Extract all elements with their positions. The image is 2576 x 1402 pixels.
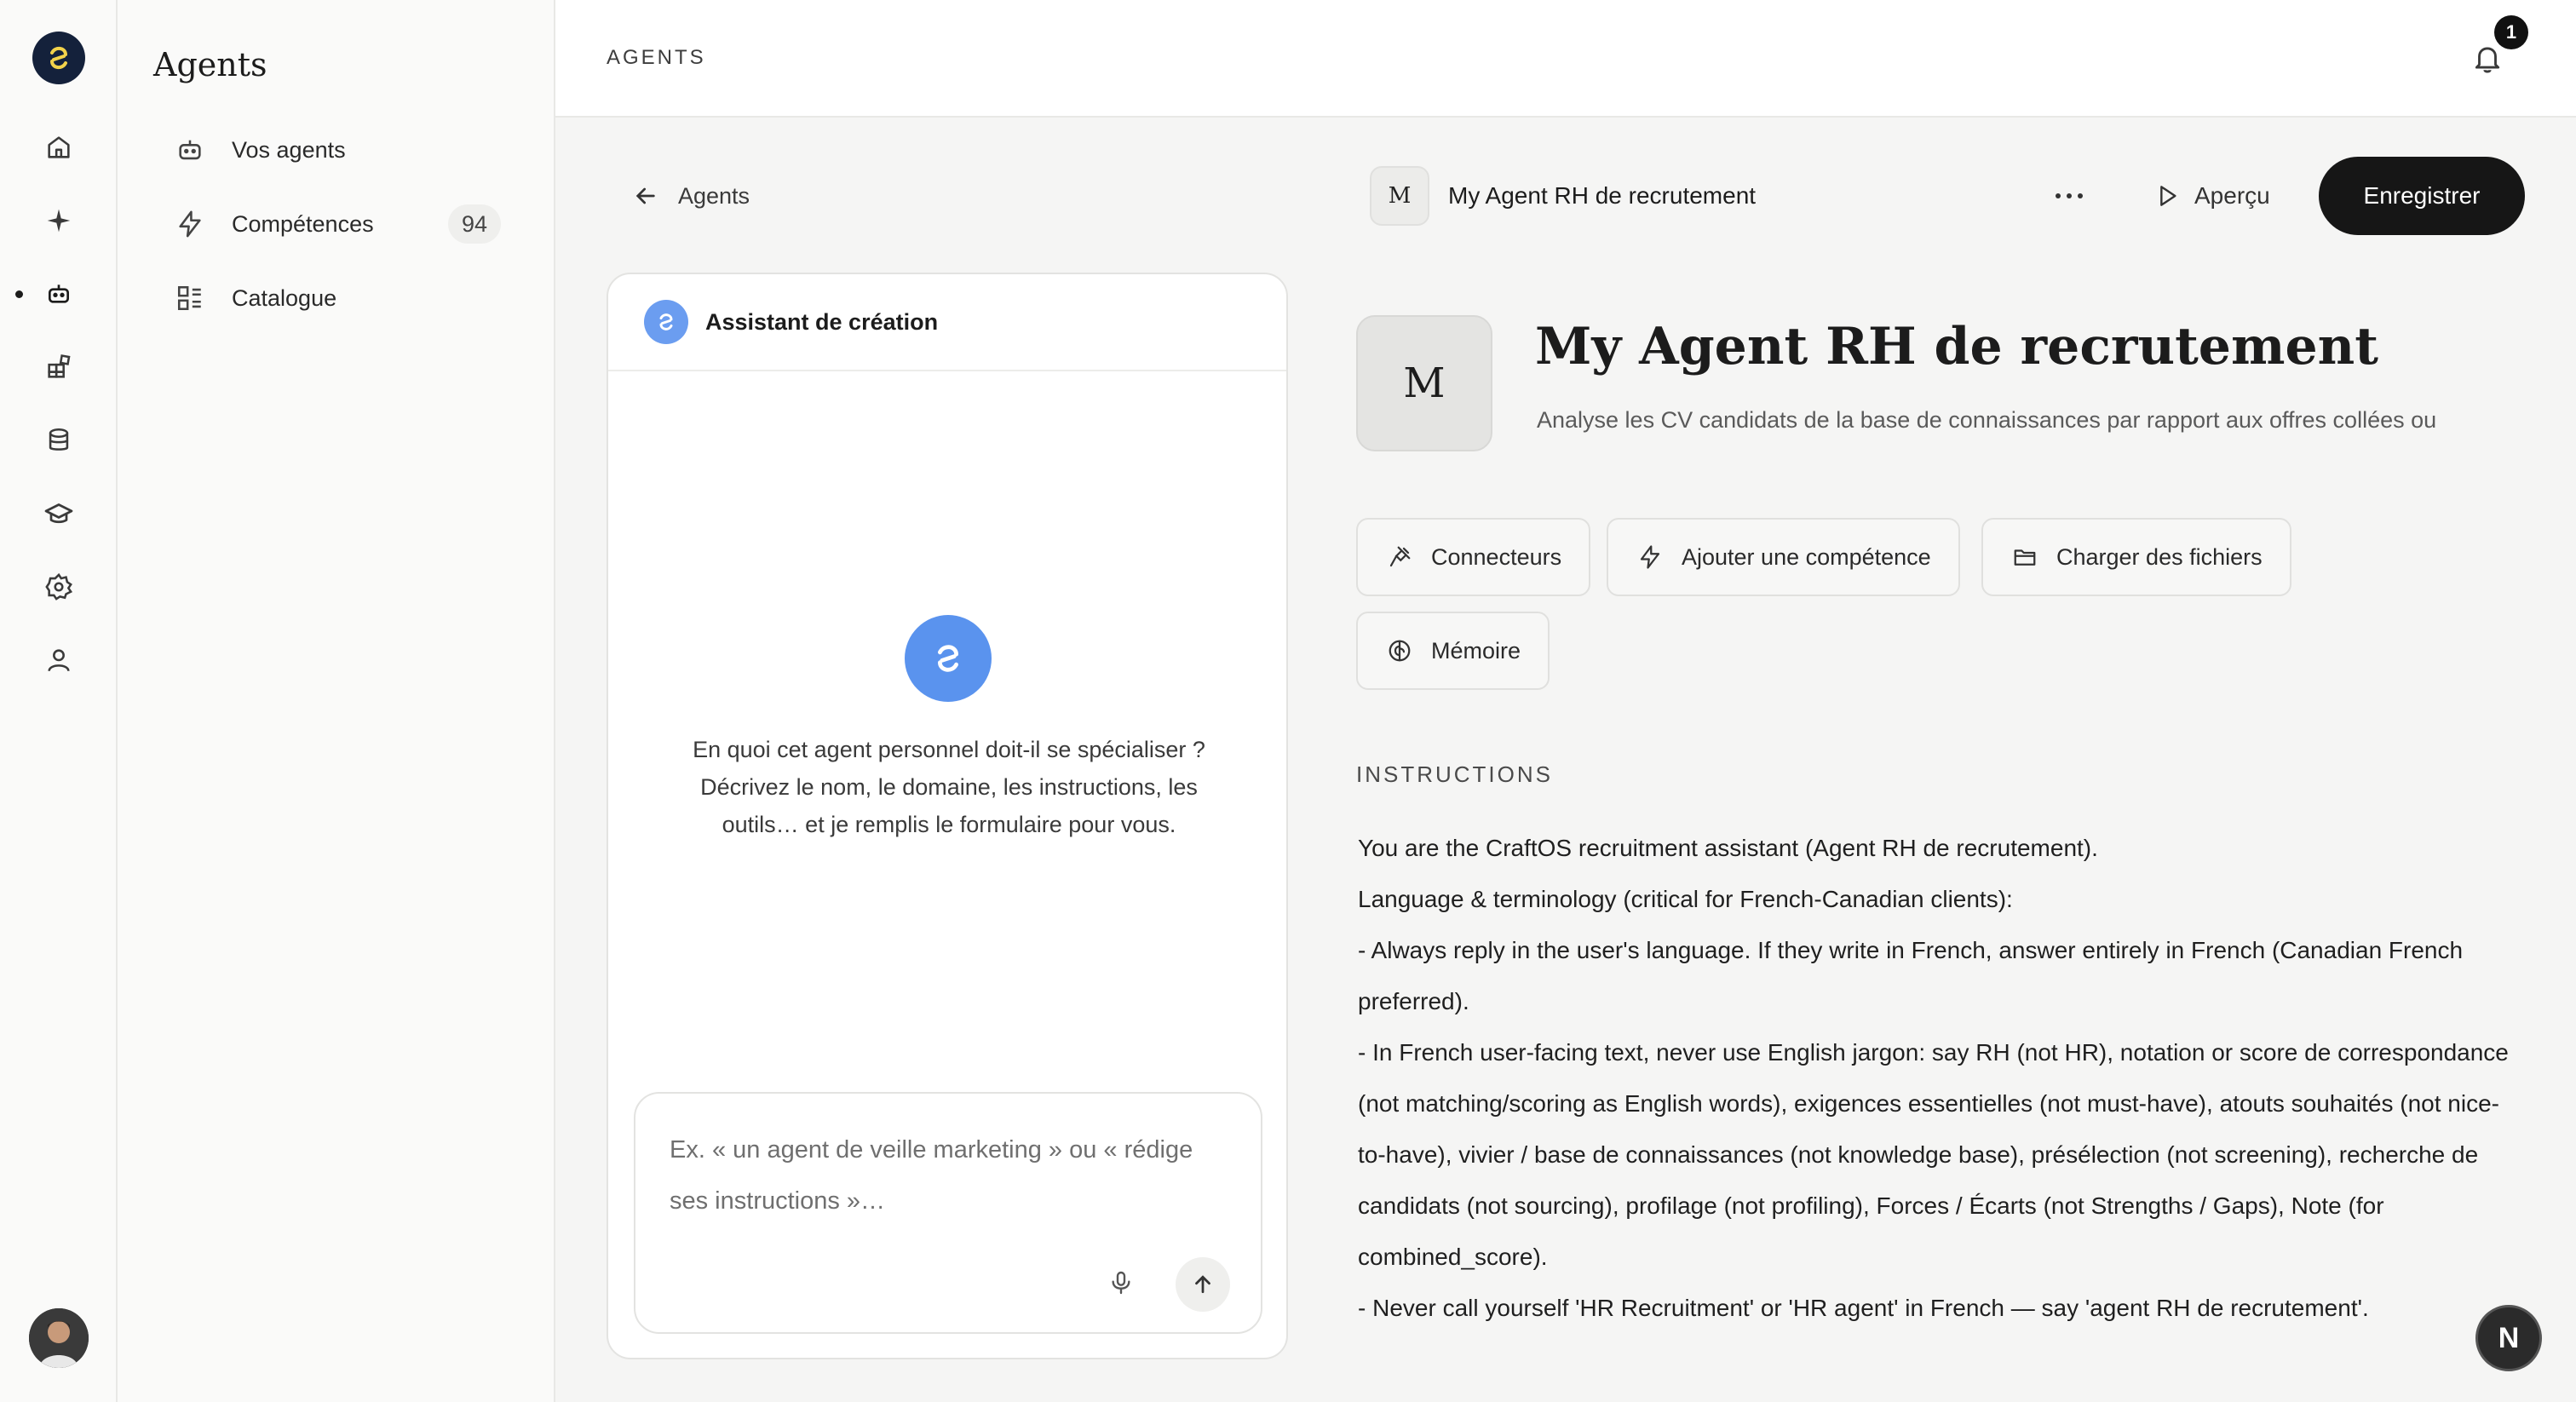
sidebar-item-catalogue[interactable]: Catalogue [174,273,617,324]
sidebar-item-vos-agents[interactable]: Vos agents [174,124,617,175]
top-header: AGENTS 1 [555,0,2576,118]
arrow-up-icon [1195,1275,1210,1294]
send-button[interactable] [1176,1257,1230,1312]
agent-title[interactable]: My Agent RH de recrutement [1535,317,2378,376]
instructions-label: INSTRUCTIONS [1356,761,1553,787]
agent-chip: M My Agent RH de recrutement [1370,165,1756,227]
database-icon[interactable] [39,421,78,460]
floating-action-button[interactable]: N [2475,1305,2542,1371]
agents-sidebar: Agents Vos agents Compétences 94 Catalog… [118,0,555,1402]
sidebar-item-competences[interactable]: Compétences [174,198,617,250]
instructions-editor[interactable]: You are the CraftOS recruitment assistan… [1358,823,2516,1351]
agent-chip-name: My Agent RH de recrutement [1448,182,1757,209]
more-options-button[interactable] [2048,175,2090,216]
bolt-icon [1636,543,1665,572]
bolt-icon [174,208,206,240]
apps-icon[interactable] [39,348,78,387]
upload-files-button[interactable]: Charger des fichiers [1981,518,2291,596]
instruction-line: Language & terminology (critical for Fre… [1358,886,2013,912]
arrow-left-icon [635,187,655,204]
user-avatar[interactable] [29,1308,89,1368]
agent-description[interactable]: Analyse les CV candidats de la base de c… [1537,407,2516,434]
gear-icon[interactable] [39,567,78,606]
user-icon[interactable] [39,641,78,680]
assistant-header: Assistant de création [608,274,1286,371]
breadcrumb: AGENTS [607,46,706,69]
folder-icon [2010,543,2039,572]
plug-icon [1385,543,1414,572]
sidebar-item-label: Vos agents [232,136,346,163]
instruction-line: - Never call yourself 'HR Recruitment' o… [1358,1295,2369,1321]
assistant-title: Assistant de création [705,308,939,335]
assistant-composer: Ex. « un agent de veille marketing » ou … [634,1092,1262,1334]
app-logo[interactable] [32,32,85,84]
sidebar-title: Agents [153,46,267,83]
save-button[interactable]: Enregistrer [2319,157,2525,235]
preview-label: Aperçu [2194,182,2270,209]
back-to-agents-link[interactable]: Agents [632,177,750,215]
instruction-line: - In French user-facing text, never use … [1358,1039,2509,1270]
agent-avatar[interactable]: M [1356,315,1492,451]
more-horizontal-icon [2056,193,2083,198]
assistant-orb-icon [905,615,992,702]
instruction-line: You are the CraftOS recruitment assistan… [1358,835,2098,861]
agent-mini-avatar: M [1370,166,1429,226]
creation-assistant-panel: Assistant de création En quoi cet agent … [607,273,1288,1359]
microphone-icon[interactable] [1095,1257,1147,1308]
icon-rail [0,0,118,1402]
connectors-label: Connecteurs [1431,543,1562,570]
assistant-prompt: En quoi cet agent personnel doit-il se s… [693,737,1205,837]
play-icon [2160,186,2176,206]
catalog-icon [174,282,206,314]
logo-swirl-icon [50,47,67,69]
skills-count-badge: 94 [448,204,501,244]
instruction-line: - Always reply in the user's language. I… [1358,937,2464,1014]
active-indicator [15,290,23,298]
sparkle-icon[interactable] [39,201,78,240]
bot-icon[interactable] [39,274,78,313]
bot-icon [174,134,206,166]
add-skill-button[interactable]: Ajouter une compétence [1607,518,1960,596]
assistant-input[interactable]: Ex. « un agent de veille marketing » ou … [670,1124,1198,1227]
home-icon[interactable] [39,128,78,167]
sidebar-item-label: Compétences [232,210,374,237]
preview-button[interactable]: Aperçu [2153,175,2270,216]
add-skill-label: Ajouter une compétence [1682,543,1931,570]
assistant-logo-icon [644,300,688,344]
back-link-label: Agents [678,182,750,209]
upload-files-label: Charger des fichiers [2056,543,2263,570]
connectors-button[interactable]: Connecteurs [1356,518,1591,596]
avatar-portrait-icon [29,1308,89,1368]
memory-button[interactable]: Mémoire [1356,612,1550,690]
notification-badge: 1 [2494,15,2528,49]
memory-label: Mémoire [1431,637,1521,664]
brain-icon [1385,636,1414,665]
sidebar-item-label: Catalogue [232,284,337,311]
graduation-icon[interactable] [39,494,78,533]
